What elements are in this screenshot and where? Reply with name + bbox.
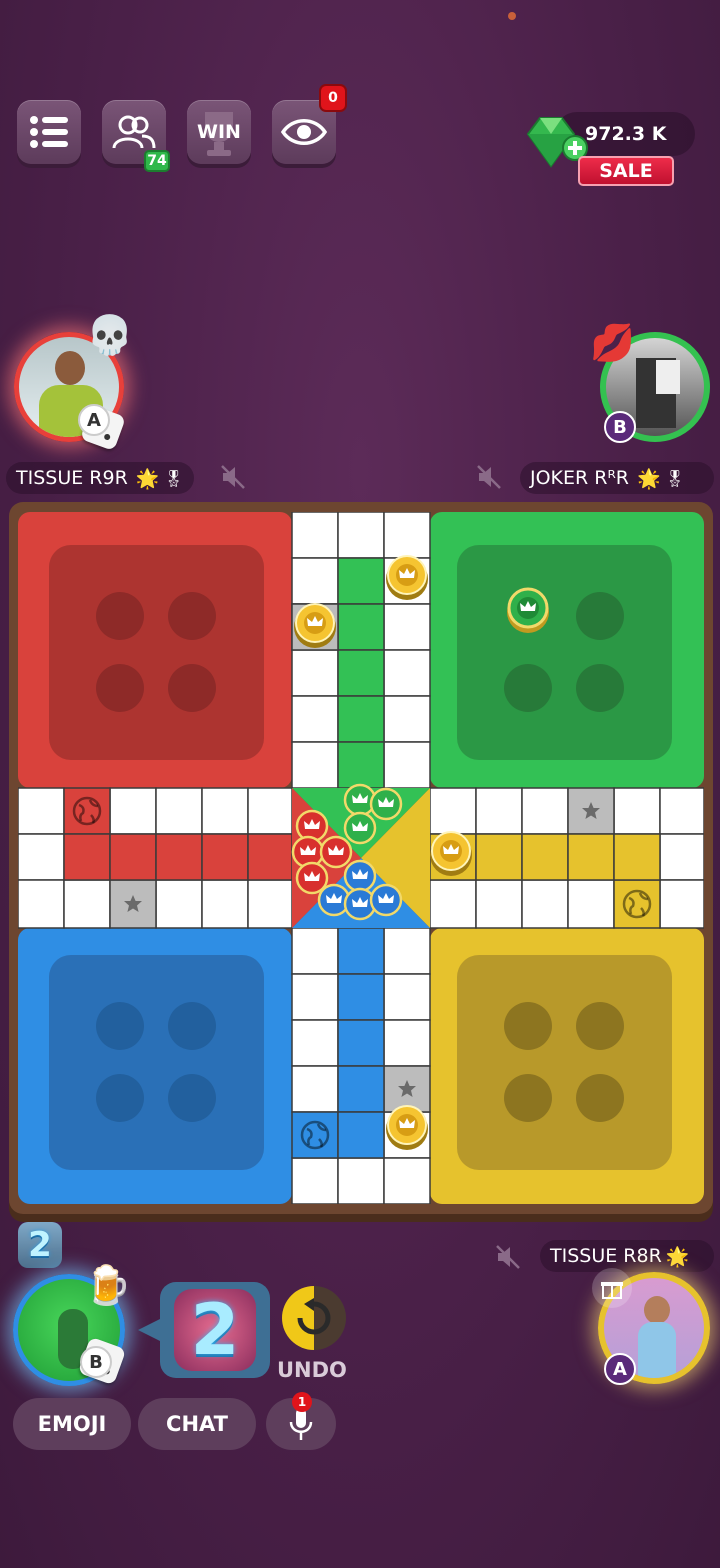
player-name-bottom-right: TISSUE R8R 🌟: [540, 1240, 714, 1272]
emoji-button[interactable]: EMOJI: [13, 1398, 131, 1450]
spectators-button[interactable]: 0: [272, 84, 347, 164]
dice-roll-button[interactable]: 2: [160, 1282, 270, 1378]
friends-icon: [112, 115, 156, 149]
eye-icon: [281, 119, 327, 145]
skull-emoji-icon: 💀: [86, 313, 134, 357]
star-icon: 🌟: [636, 467, 661, 490]
level-badge: 2: [18, 1222, 62, 1268]
medal-icon: 🎖: [163, 468, 184, 488]
undo-button[interactable]: [282, 1286, 346, 1350]
beer-emoji-icon: 🍺: [84, 1263, 132, 1307]
seat-letter-b-bottom-left: B: [80, 1346, 112, 1378]
undo-label: UNDO: [277, 1358, 347, 1382]
chat-button[interactable]: CHAT: [138, 1398, 256, 1450]
friends-count-badge: 74: [144, 150, 170, 172]
player-name-top-right: JOKER RᴿR 🌟 🎖: [520, 462, 714, 494]
player-name-label: TISSUE R8R: [550, 1245, 662, 1267]
star-icon: 🌟: [665, 1245, 690, 1268]
notification-dot: [508, 12, 516, 20]
dice-face: 2: [174, 1289, 256, 1371]
emoji-button-label: EMOJI: [37, 1412, 107, 1436]
star-icon: 🌟: [135, 467, 160, 490]
player-name-top-left: TISSUE R9R 🌟 🎖: [6, 462, 194, 494]
chat-button-label: CHAT: [166, 1412, 228, 1436]
mic-icon: [289, 1408, 313, 1440]
gift-icon[interactable]: [592, 1268, 632, 1308]
win-button[interactable]: WIN: [187, 100, 251, 164]
dice-value: 2: [190, 1289, 240, 1371]
medal-icon: 🎖: [664, 468, 685, 488]
win-label: WIN: [197, 121, 241, 143]
mute-icon[interactable]: [495, 1244, 521, 1270]
menu-icon: [30, 116, 68, 148]
friends-button[interactable]: 74: [102, 100, 170, 172]
mute-icon[interactable]: [476, 464, 502, 490]
ludo-game-screen: { "top_bar": { "friends_count": "74", "w…: [0, 0, 720, 1568]
center-finish: [292, 788, 430, 928]
turn-pointer: [138, 1318, 162, 1342]
lips-emoji-icon: 💋: [590, 323, 635, 364]
undo-icon: [297, 1298, 331, 1335]
player-name-label: TISSUE R9R: [16, 467, 128, 489]
spectator-count-badge: 0: [319, 84, 347, 112]
gem-amount: 972.3 K: [585, 123, 667, 145]
menu-button[interactable]: [17, 100, 81, 164]
mic-notification-badge: 1: [292, 1392, 312, 1412]
player-name-label: JOKER RᴿR: [530, 467, 629, 489]
mic-button[interactable]: 1: [266, 1392, 336, 1450]
seat-letter-b-top-right: B: [604, 411, 636, 443]
seat-letter-a-top-left: A: [78, 404, 110, 436]
level-badge-value: 2: [28, 1225, 52, 1265]
seat-letter-a-bottom-right: A: [604, 1353, 636, 1385]
sale-label: SALE: [599, 160, 653, 182]
ludo-board[interactable]: [18, 512, 704, 1204]
sale-button[interactable]: SALE: [578, 156, 674, 186]
mute-icon[interactable]: [220, 464, 246, 490]
